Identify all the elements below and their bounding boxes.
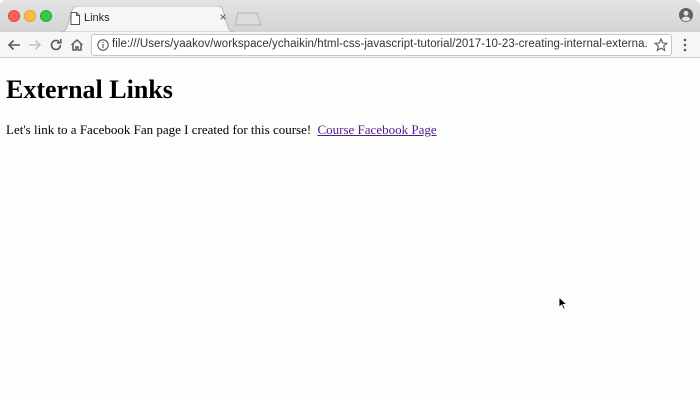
tab-strip: Links × xyxy=(0,0,700,32)
facebook-page-link[interactable]: Course Facebook Page xyxy=(317,122,436,137)
browser-window: Links × file:///Users/yaakov/workspace/y… xyxy=(0,0,700,393)
tab-title: Links xyxy=(84,12,110,24)
page-heading: External Links xyxy=(6,75,173,104)
new-tab-button[interactable] xyxy=(233,12,263,26)
window-minimize-button[interactable] xyxy=(24,10,36,22)
info-icon[interactable] xyxy=(97,39,109,51)
page-icon xyxy=(70,12,80,25)
browser-toolbar: file:///Users/yaakov/workspace/ychaikin/… xyxy=(0,32,700,58)
window-close-button[interactable] xyxy=(8,10,20,22)
forward-icon[interactable] xyxy=(26,36,44,54)
menu-icon[interactable] xyxy=(682,38,688,52)
mouse-cursor-icon xyxy=(558,296,568,310)
intro-text: Let's link to a Facebook Fan page I crea… xyxy=(6,122,312,137)
back-icon[interactable] xyxy=(5,36,23,54)
window-maximize-button[interactable] xyxy=(40,10,52,22)
url-text[interactable]: file:///Users/yaakov/workspace/ychaikin/… xyxy=(112,38,647,50)
page-content: External Links Let's link to a Facebook … xyxy=(0,59,700,393)
profile-icon[interactable] xyxy=(679,8,693,22)
intro-paragraph: Let's link to a Facebook Fan page I crea… xyxy=(6,122,437,138)
tab-close-icon[interactable]: × xyxy=(217,10,229,24)
home-icon[interactable] xyxy=(68,36,86,54)
tab-links[interactable]: Links × xyxy=(60,6,235,32)
star-icon[interactable] xyxy=(654,38,668,52)
reload-icon[interactable] xyxy=(47,36,65,54)
address-bar[interactable]: file:///Users/yaakov/workspace/ychaikin/… xyxy=(91,34,672,56)
